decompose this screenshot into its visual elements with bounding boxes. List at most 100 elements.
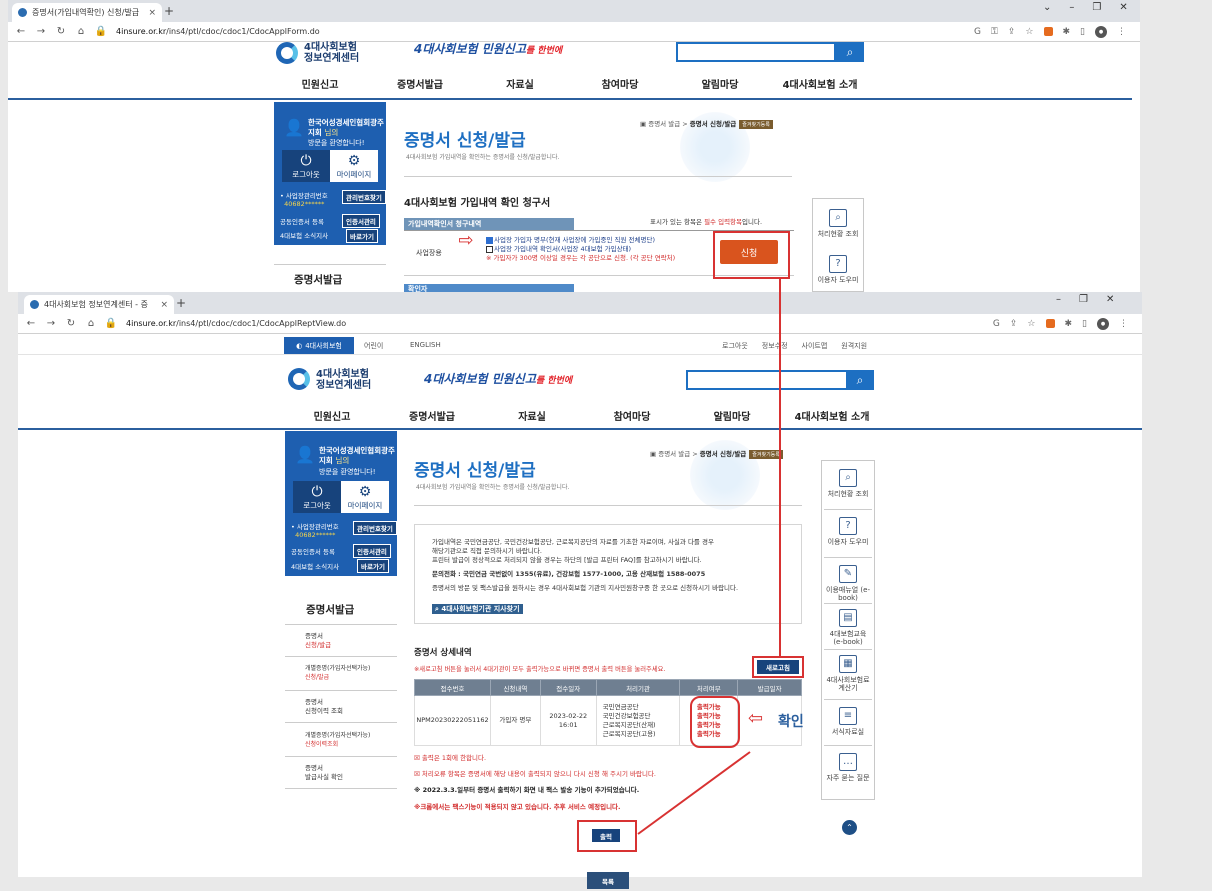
- mypage-button[interactable]: ⚙ 마이페이지: [330, 150, 378, 182]
- print-button[interactable]: 출력: [592, 829, 620, 842]
- cert-manage-button[interactable]: 인증서관리: [353, 544, 391, 558]
- site-tab-active[interactable]: ◐ 4대사회보험: [284, 337, 354, 354]
- site-logo-1[interactable]: 4대사회보험 정보연계센터: [304, 42, 359, 64]
- nav-item[interactable]: 4대사회보험 소개: [770, 76, 870, 91]
- quick-item-faq[interactable]: … 자주 묻는 질문: [822, 753, 874, 782]
- logout-link[interactable]: 로그아웃: [722, 341, 748, 351]
- logout-button[interactable]: ⏻ 로그아웃: [293, 481, 341, 513]
- google-icon[interactable]: G: [993, 319, 1000, 329]
- close-window-icon[interactable]: ✕: [1106, 294, 1114, 305]
- english-link[interactable]: ENGLISH: [410, 341, 441, 349]
- edit-info-link[interactable]: 정보수정: [762, 341, 788, 351]
- menu-icon[interactable]: ⋮: [1119, 319, 1128, 329]
- sidebar-icon[interactable]: ▯: [1082, 319, 1087, 329]
- quick-item-status[interactable]: ⌕ 처리현황 조회: [813, 209, 863, 238]
- star-icon[interactable]: ☆: [1025, 27, 1033, 37]
- star-icon[interactable]: ☆: [1027, 319, 1035, 329]
- quick-item-forms[interactable]: ≡ 서식자료실: [822, 707, 874, 736]
- nav-item[interactable]: 알림마당: [682, 408, 782, 423]
- puzzle-icon[interactable]: ✱: [1063, 27, 1071, 37]
- goto-button[interactable]: 바로가기: [357, 559, 389, 573]
- close-tab-icon[interactable]: ×: [160, 300, 168, 310]
- back-icon[interactable]: ←: [14, 26, 28, 37]
- cert-manage-button[interactable]: 인증서관리: [342, 214, 380, 228]
- forward-icon[interactable]: →: [44, 318, 58, 329]
- close-window-icon[interactable]: ✕: [1119, 2, 1127, 13]
- quick-item-education[interactable]: ▤ 4대보험교육 (e-book): [822, 609, 874, 646]
- reload-icon[interactable]: ↻: [54, 26, 68, 37]
- remote-support-link[interactable]: 원격지원: [841, 341, 867, 351]
- close-tab-icon[interactable]: ×: [148, 8, 156, 18]
- nav-item[interactable]: 민원신고: [270, 76, 370, 91]
- quick-item-help[interactable]: ? 이용자 도우미: [822, 517, 874, 546]
- refresh-button[interactable]: 새로고침: [757, 660, 799, 674]
- sidemenu-item-individual-apply[interactable]: 개별증명(가입자선택가능) 신청/발급: [305, 664, 370, 682]
- sitemap-link[interactable]: 사이트맵: [802, 341, 828, 351]
- home-icon[interactable]: ⌂: [74, 26, 88, 37]
- maximize-icon[interactable]: ❐: [1092, 2, 1101, 13]
- sidemenu-item-history[interactable]: 증명서 신청이력 조회: [305, 698, 343, 716]
- site-logo-2[interactable]: 4대사회보험 정보연계센터: [316, 369, 371, 391]
- share-icon[interactable]: ⇪: [1008, 27, 1016, 37]
- quick-item-status[interactable]: ⌕ 처리현황 조회: [822, 469, 874, 498]
- nav-item[interactable]: 증명서발급: [370, 76, 470, 91]
- extension-icon[interactable]: [1043, 27, 1053, 36]
- minimize-icon[interactable]: –: [1069, 2, 1074, 13]
- browser-tab-2[interactable]: 4대사회보험 정보연계센터 - 증 ×: [24, 295, 174, 314]
- quick-item-manual[interactable]: ✎ 이용매뉴얼 (e-book): [822, 565, 874, 602]
- back-icon[interactable]: ←: [24, 318, 38, 329]
- nav-item[interactable]: 참여마당: [570, 76, 670, 91]
- list-button[interactable]: 목록: [587, 872, 629, 889]
- logout-button[interactable]: ⏻ 로그아웃: [282, 150, 330, 182]
- puzzle-icon[interactable]: ✱: [1065, 319, 1073, 329]
- search-input-1[interactable]: [676, 42, 836, 62]
- google-icon[interactable]: G: [974, 27, 981, 37]
- search-icon[interactable]: ⌕: [846, 370, 874, 390]
- nav-item[interactable]: 참여마당: [582, 408, 682, 423]
- extension-icon[interactable]: [1045, 319, 1055, 328]
- kids-link[interactable]: 어린이: [364, 341, 383, 351]
- checkbox[interactable]: [486, 245, 493, 253]
- forward-icon[interactable]: →: [34, 26, 48, 37]
- quick-item-calculator[interactable]: ▦ 4대사회보험료 계산기: [822, 655, 874, 692]
- find-number-button[interactable]: 관리번호찾기: [342, 190, 386, 204]
- sidemenu-item-individual-history[interactable]: 개별증명(가입자선택가능) 신청이력조회: [305, 731, 370, 749]
- nav-item[interactable]: 자료실: [482, 408, 582, 423]
- new-tab-icon[interactable]: +: [164, 4, 174, 18]
- key-icon[interactable]: ⚿: [991, 27, 998, 37]
- sidemenu-item-apply[interactable]: 증명서 신청/발급: [305, 632, 331, 650]
- sidebar-icon[interactable]: ▯: [1080, 27, 1085, 37]
- profile-avatar[interactable]: ●: [1097, 317, 1109, 330]
- maximize-icon[interactable]: ❐: [1079, 294, 1088, 305]
- nav-item[interactable]: 민원신고: [282, 408, 382, 423]
- nav-item[interactable]: 증명서발급: [382, 408, 482, 423]
- scroll-top-icon[interactable]: ⌃: [842, 820, 857, 835]
- reload-icon[interactable]: ↻: [64, 318, 78, 329]
- nav-item[interactable]: 4대사회보험 소개: [782, 408, 882, 423]
- profile-panel-2: 👤 한국어성경세인협회광주지회 님의 방문을 환영합니다! ⏻ 로그아웃 ⚙ 마이페…: [285, 431, 397, 576]
- url-field[interactable]: 4insure.or.kr/ins4/ptl/cdoc/cdoc1/CdocAp…: [116, 27, 320, 36]
- option-member-list[interactable]: 사업장 가입자 명부(현재 사업장에 가입중인 직원 전체명단): [486, 236, 716, 245]
- sidemenu-item-verify[interactable]: 증명서 발급사실 확인: [305, 764, 343, 782]
- share-icon[interactable]: ⇪: [1010, 319, 1018, 329]
- profile-avatar[interactable]: ●: [1095, 25, 1107, 38]
- nav-item[interactable]: 자료실: [470, 76, 570, 91]
- branch-finder-link[interactable]: ⌕ 4대사회보험기관 지사찾기: [432, 604, 523, 614]
- quick-item-help[interactable]: ? 이용자 도우미: [813, 255, 863, 284]
- search-input-2[interactable]: [686, 370, 848, 390]
- menu-icon[interactable]: ⋮: [1117, 27, 1126, 37]
- checkbox-checked[interactable]: [486, 236, 493, 244]
- option-enrollment-cert[interactable]: 사업장 가입내역 확인서(사업장 4대보험 가입상태): [486, 245, 716, 254]
- home-icon[interactable]: ⌂: [84, 318, 98, 329]
- search-icon[interactable]: ⌕: [836, 42, 864, 62]
- browser-tab-1[interactable]: 증명서(가입내역확인) 신청/발급 ×: [12, 3, 162, 22]
- chevron-down-icon[interactable]: ⌄: [1043, 2, 1051, 13]
- url-field[interactable]: 4insure.or.kr/ins4/ptl/cdoc/cdoc1/CdocAp…: [126, 319, 346, 328]
- mypage-button[interactable]: ⚙ 마이페이지: [341, 481, 389, 513]
- nav-item[interactable]: 알림마당: [670, 76, 770, 91]
- find-number-button[interactable]: 관리번호찾기: [353, 521, 397, 535]
- apply-button[interactable]: 신청: [720, 240, 778, 264]
- minimize-icon[interactable]: –: [1056, 294, 1061, 305]
- goto-button[interactable]: 바로가기: [346, 229, 378, 243]
- new-tab-icon[interactable]: +: [176, 296, 186, 310]
